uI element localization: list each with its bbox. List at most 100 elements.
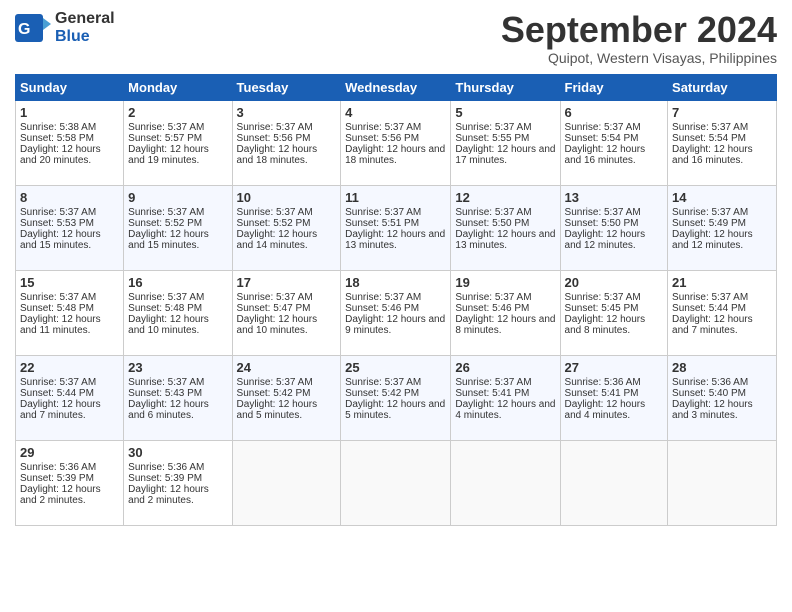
title-area: September 2024 Quipot, Western Visayas, …: [501, 10, 777, 66]
calendar-table: SundayMondayTuesdayWednesdayThursdayFrid…: [15, 74, 777, 526]
sunrise-text: Sunrise: 5:36 AM: [672, 377, 772, 388]
daylight-text: Daylight: 12 hours and 7 minutes.: [672, 314, 772, 336]
calendar-week-4: 22Sunrise: 5:37 AMSunset: 5:44 PMDayligh…: [16, 355, 777, 440]
calendar-cell: 27Sunrise: 5:36 AMSunset: 5:41 PMDayligh…: [560, 355, 668, 440]
sunrise-text: Sunrise: 5:37 AM: [345, 292, 446, 303]
day-number: 1: [20, 105, 119, 120]
calendar-cell: [668, 440, 777, 525]
sunset-text: Sunset: 5:46 PM: [455, 303, 555, 314]
sunrise-text: Sunrise: 5:36 AM: [565, 377, 664, 388]
daylight-text: Daylight: 12 hours and 2 minutes.: [20, 484, 119, 506]
sunrise-text: Sunrise: 5:37 AM: [128, 377, 227, 388]
daylight-text: Daylight: 12 hours and 12 minutes.: [565, 229, 664, 251]
sunset-text: Sunset: 5:53 PM: [20, 218, 119, 229]
sunrise-text: Sunrise: 5:37 AM: [345, 207, 446, 218]
sunset-text: Sunset: 5:49 PM: [672, 218, 772, 229]
daylight-text: Daylight: 12 hours and 11 minutes.: [20, 314, 119, 336]
day-number: 16: [128, 275, 227, 290]
day-number: 10: [237, 190, 337, 205]
logo: G General Blue: [15, 10, 115, 46]
day-number: 7: [672, 105, 772, 120]
calendar-cell: [560, 440, 668, 525]
day-header-friday: Friday: [560, 74, 668, 100]
logo-icon: G: [15, 14, 51, 42]
daylight-text: Daylight: 12 hours and 9 minutes.: [345, 314, 446, 336]
daylight-text: Daylight: 12 hours and 18 minutes.: [237, 144, 337, 166]
sunset-text: Sunset: 5:41 PM: [565, 388, 664, 399]
daylight-text: Daylight: 12 hours and 5 minutes.: [237, 399, 337, 421]
sunrise-text: Sunrise: 5:37 AM: [565, 292, 664, 303]
calendar-cell: 8Sunrise: 5:37 AMSunset: 5:53 PMDaylight…: [16, 185, 124, 270]
day-number: 8: [20, 190, 119, 205]
daylight-text: Daylight: 12 hours and 12 minutes.: [672, 229, 772, 251]
calendar-cell: 6Sunrise: 5:37 AMSunset: 5:54 PMDaylight…: [560, 100, 668, 185]
calendar-cell: 18Sunrise: 5:37 AMSunset: 5:46 PMDayligh…: [341, 270, 451, 355]
calendar-cell: 17Sunrise: 5:37 AMSunset: 5:47 PMDayligh…: [232, 270, 341, 355]
sunrise-text: Sunrise: 5:37 AM: [455, 292, 555, 303]
calendar-cell: 4Sunrise: 5:37 AMSunset: 5:56 PMDaylight…: [341, 100, 451, 185]
sunrise-text: Sunrise: 5:37 AM: [128, 122, 227, 133]
day-number: 3: [237, 105, 337, 120]
sunset-text: Sunset: 5:48 PM: [20, 303, 119, 314]
sunset-text: Sunset: 5:50 PM: [565, 218, 664, 229]
day-number: 22: [20, 360, 119, 375]
calendar-cell: [451, 440, 560, 525]
day-number: 11: [345, 190, 446, 205]
sunset-text: Sunset: 5:56 PM: [237, 133, 337, 144]
calendar-cell: 12Sunrise: 5:37 AMSunset: 5:50 PMDayligh…: [451, 185, 560, 270]
sunset-text: Sunset: 5:43 PM: [128, 388, 227, 399]
day-number: 24: [237, 360, 337, 375]
sunset-text: Sunset: 5:45 PM: [565, 303, 664, 314]
day-number: 29: [20, 445, 119, 460]
sunrise-text: Sunrise: 5:37 AM: [128, 207, 227, 218]
day-number: 4: [345, 105, 446, 120]
daylight-text: Daylight: 12 hours and 8 minutes.: [455, 314, 555, 336]
calendar-cell: [232, 440, 341, 525]
location-title: Quipot, Western Visayas, Philippines: [501, 50, 777, 66]
calendar-header-row: SundayMondayTuesdayWednesdayThursdayFrid…: [16, 74, 777, 100]
day-header-monday: Monday: [124, 74, 232, 100]
sunset-text: Sunset: 5:42 PM: [237, 388, 337, 399]
day-number: 13: [565, 190, 664, 205]
day-number: 25: [345, 360, 446, 375]
sunset-text: Sunset: 5:41 PM: [455, 388, 555, 399]
sunset-text: Sunset: 5:52 PM: [128, 218, 227, 229]
sunset-text: Sunset: 5:54 PM: [565, 133, 664, 144]
daylight-text: Daylight: 12 hours and 5 minutes.: [345, 399, 446, 421]
daylight-text: Daylight: 12 hours and 3 minutes.: [672, 399, 772, 421]
daylight-text: Daylight: 12 hours and 13 minutes.: [345, 229, 446, 251]
day-number: 21: [672, 275, 772, 290]
calendar-cell: 5Sunrise: 5:37 AMSunset: 5:55 PMDaylight…: [451, 100, 560, 185]
daylight-text: Daylight: 12 hours and 17 minutes.: [455, 144, 555, 166]
sunrise-text: Sunrise: 5:37 AM: [20, 292, 119, 303]
calendar-cell: 15 Sunrise: 5:37 AMSunset: 5:48 PMDayligh…: [16, 270, 124, 355]
calendar-cell: 19Sunrise: 5:37 AMSunset: 5:46 PMDayligh…: [451, 270, 560, 355]
sunrise-text: Sunrise: 5:37 AM: [672, 207, 772, 218]
calendar-cell: 28Sunrise: 5:36 AMSunset: 5:40 PMDayligh…: [668, 355, 777, 440]
calendar-cell: 20Sunrise: 5:37 AMSunset: 5:45 PMDayligh…: [560, 270, 668, 355]
sunset-text: Sunset: 5:58 PM: [20, 133, 119, 144]
sunset-text: Sunset: 5:55 PM: [455, 133, 555, 144]
sunrise-text: Sunrise: 5:37 AM: [20, 377, 119, 388]
sunrise-text: Sunrise: 5:37 AM: [345, 122, 446, 133]
daylight-text: Daylight: 12 hours and 6 minutes.: [128, 399, 227, 421]
daylight-text: Daylight: 12 hours and 16 minutes.: [672, 144, 772, 166]
sunrise-text: Sunrise: 5:38 AM: [20, 122, 119, 133]
sunrise-text: Sunrise: 5:37 AM: [237, 377, 337, 388]
sunset-text: Sunset: 5:39 PM: [128, 473, 227, 484]
day-number: 17: [237, 275, 337, 290]
calendar-cell: [341, 440, 451, 525]
sunrise-text: Sunrise: 5:37 AM: [345, 377, 446, 388]
month-title: September 2024: [501, 10, 777, 50]
calendar-cell: 24 Sunrise: 5:37 AMSunset: 5:42 PMDayligh…: [232, 355, 341, 440]
sunrise-text: Sunrise: 5:36 AM: [20, 462, 119, 473]
calendar-week-3: 15Sunrise: 5:37 AMSunset: 5:48 PMDayligh…: [16, 270, 777, 355]
sunset-text: Sunset: 5:44 PM: [672, 303, 772, 314]
calendar-week-2: 8 Sunrise: 5:37 AM Sunset: 5:53 PM Daylight…: [16, 185, 777, 270]
calendar-cell: 1Sunrise: 5:38 AMSunset: 5:58 PMDaylight…: [16, 100, 124, 185]
daylight-text: Daylight: 12 hours and 13 minutes.: [455, 229, 555, 251]
logo-blue: Blue: [55, 28, 115, 46]
day-number: 15: [20, 275, 119, 290]
daylight-text: Daylight: 12 hours and 15 minutes.: [128, 229, 227, 251]
sunset-text: Sunset: 5:42 PM: [345, 388, 446, 399]
